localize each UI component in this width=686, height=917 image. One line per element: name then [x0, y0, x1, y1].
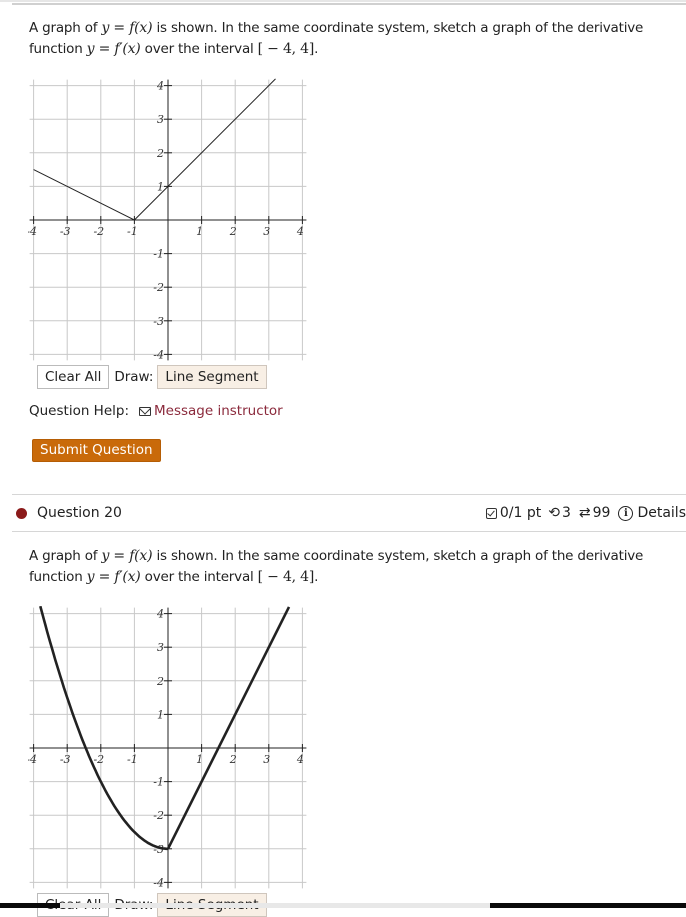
interval: [ − 4, 4]: [257, 41, 315, 57]
function-curve: [39, 606, 168, 851]
y-tick-label: 4: [156, 80, 164, 93]
x-tick-label: -3: [60, 225, 71, 238]
y-tick-label: -1: [153, 248, 164, 261]
prompt-text: over the interval: [140, 41, 258, 57]
y-tick-label: 4: [156, 608, 164, 621]
line-segment-button[interactable]: Line Segment: [157, 365, 267, 389]
details-label[interactable]: Details: [637, 505, 686, 521]
y-tick-label: -4: [153, 876, 164, 889]
y-tick-label: -3: [153, 315, 164, 328]
details-link[interactable]: i Details: [618, 505, 686, 521]
question-prompt: A graph of y = f(x) is shown. In the sam…: [29, 546, 669, 588]
y-tick-label: 2: [156, 675, 164, 688]
x-tick-label: 1: [196, 225, 203, 238]
retries: ⟲ 3: [548, 505, 571, 521]
prompt-text: function: [29, 41, 87, 57]
equation-fprime: y = f′(x): [86, 569, 141, 585]
top-border: [0, 0, 686, 2]
mail-icon: [139, 406, 151, 416]
y-tick-label: -2: [153, 809, 164, 822]
message-instructor-link[interactable]: Message instructor: [154, 403, 283, 419]
x-tick-label: 2: [229, 753, 237, 766]
y-tick-label: 2: [156, 147, 164, 160]
x-tick-label: -4: [28, 225, 37, 238]
clear-all-button[interactable]: Clear All: [37, 365, 110, 389]
top-divider: [12, 3, 686, 5]
prompt-text: A graph of: [29, 548, 102, 564]
prompt-text: is shown. In the same coordinate system,…: [152, 20, 644, 36]
prompt-text: .: [314, 41, 319, 57]
help-label: Question Help:: [29, 403, 129, 419]
attempts-value: 99: [592, 505, 611, 521]
function-curve: [134, 78, 276, 221]
x-tick-label: 2: [229, 225, 237, 238]
x-tick-label: 4: [296, 225, 304, 238]
x-tick-label: -1: [127, 753, 138, 766]
x-tick-label: -2: [93, 753, 104, 766]
x-tick-label: 4: [296, 753, 304, 766]
prompt-text: .: [314, 569, 319, 585]
question-header: Question 20: [16, 505, 122, 521]
function-curve: [166, 606, 291, 850]
divider: [12, 494, 686, 495]
horizontal-scrollbar[interactable]: [60, 903, 490, 908]
prompt-text: is shown. In the same coordinate system,…: [152, 548, 644, 564]
y-tick-label: 1: [157, 708, 164, 721]
prompt-text: over the interval: [140, 569, 258, 585]
x-tick-label: -3: [60, 753, 71, 766]
equation-f: y = f(x): [101, 20, 153, 36]
graph-canvas-1[interactable]: -4-3-2-112344321-1-2-3-4: [28, 78, 310, 362]
draw-label: Draw:: [114, 369, 154, 385]
graph-toolbar-1: Clear All Draw: Line Segment: [37, 365, 267, 389]
question-meta: 0/1 pt ⟲ 3 ⇄ 99 i Details: [485, 505, 686, 521]
submit-question-button[interactable]: Submit Question: [32, 439, 161, 462]
info-icon: i: [618, 505, 634, 521]
prompt-text: A graph of: [29, 20, 102, 36]
retries-value: 3: [561, 505, 571, 521]
x-tick-label: 3: [263, 753, 270, 766]
divider: [12, 531, 686, 532]
x-tick-label: -2: [93, 225, 104, 238]
interval: [ − 4, 4]: [257, 569, 315, 585]
question-prompt: A graph of y = f(x) is shown. In the sam…: [29, 18, 669, 60]
score-value: 0/1 pt: [499, 505, 542, 521]
score: 0/1 pt: [485, 505, 542, 521]
repeat-icon: ⇄: [578, 505, 591, 521]
undo-icon: ⟲: [548, 505, 560, 521]
equation-f: y = f(x): [101, 548, 153, 564]
x-tick-label: 3: [263, 225, 270, 238]
question-title: Question 20: [37, 505, 122, 521]
function-curve: [33, 169, 135, 221]
status-dot-icon: [16, 507, 27, 519]
graph-canvas-2[interactable]: -4-3-2-112344321-1-2-3-4: [28, 606, 310, 890]
equation-fprime: y = f′(x): [86, 41, 141, 57]
y-tick-label: 3: [157, 641, 164, 654]
checkbox-icon: [485, 507, 497, 519]
x-tick-label: 1: [196, 753, 203, 766]
attempts: ⇄ 99: [579, 505, 611, 521]
question-help: Question Help: Message instructor: [29, 403, 283, 419]
y-tick-label: 3: [157, 113, 164, 126]
x-tick-label: -4: [28, 753, 37, 766]
y-tick-label: -1: [153, 776, 164, 789]
y-tick-label: -4: [153, 348, 164, 361]
y-tick-label: -2: [153, 281, 164, 294]
x-tick-label: -1: [127, 225, 138, 238]
bottom-bar: [0, 903, 686, 908]
prompt-text: function: [29, 569, 87, 585]
